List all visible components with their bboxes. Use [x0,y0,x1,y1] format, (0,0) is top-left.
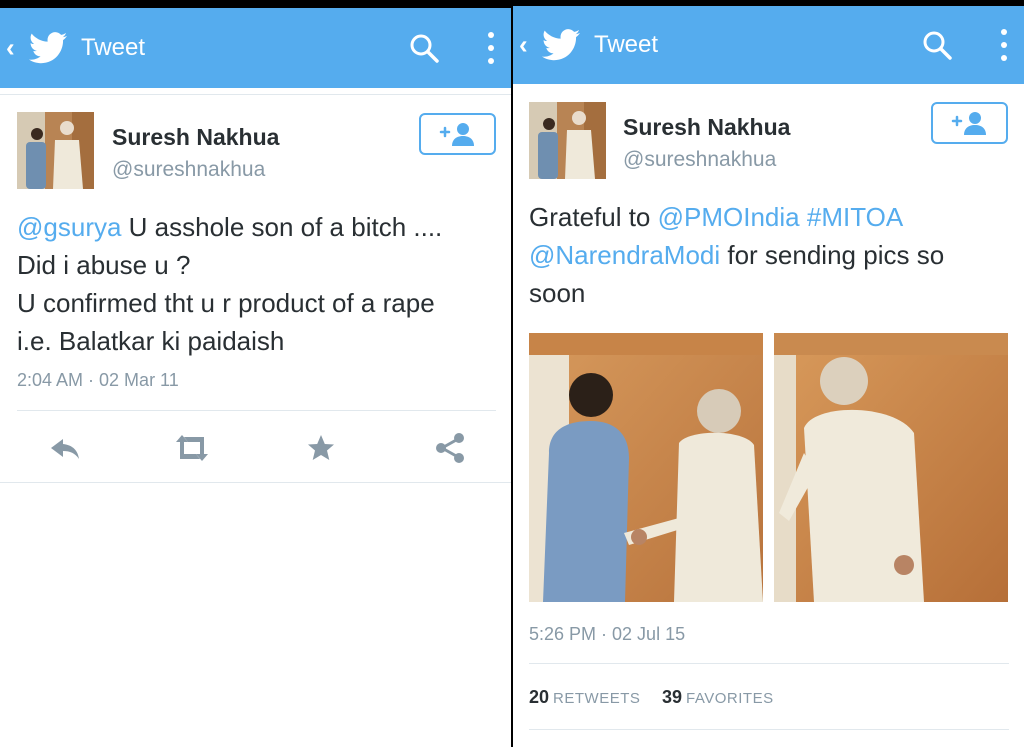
tweet-text-segment: Grateful to [529,202,658,232]
divider [0,94,511,95]
avatar[interactable] [17,112,94,189]
tweet-text: Grateful to @PMOIndia #MITOA @NarendraMo… [529,198,944,312]
tweet-detail: Suresh Nakhua @sureshnakhua Grateful to … [513,84,1024,747]
tweet-photo[interactable] [774,333,1008,602]
tweet-detail: Suresh Nakhua @sureshnakhua @gsurya U as… [0,88,511,747]
retweet-icon [176,435,208,461]
tweet-line: i.e. Balatkar ki paidaish [17,326,285,356]
search-icon[interactable] [922,30,952,60]
mention-link[interactable]: @gsurya [17,212,121,242]
share-button[interactable] [430,428,470,468]
hashtag-link[interactable]: #MITOA [807,202,903,232]
add-user-icon [951,112,986,135]
follow-button[interactable] [419,113,496,155]
add-user-icon [439,123,474,146]
tweet-timestamp: 2:04 AM · 02 Mar 11 [17,370,179,390]
favorite-button[interactable] [301,428,341,468]
right-phone-screen: ‹ Tweet Suresh Nakhua @sureshnakhua Grat… [513,0,1024,747]
display-name[interactable]: Suresh Nakhua [623,114,790,141]
follow-button[interactable] [931,102,1008,144]
retweets-label: RETWEETS [553,690,641,707]
app-bar: ‹ Tweet [0,8,511,88]
avatar[interactable] [529,102,606,179]
twitter-bird-icon [542,29,580,61]
tweet-line: U confirmed tht u r product of a rape [17,288,435,318]
divider [0,482,511,483]
chevron-left-icon[interactable]: ‹ [6,34,15,60]
left-phone-screen: ‹ Tweet Suresh Nakhua @sureshnakhua @gsu… [0,0,511,747]
tweet-line: soon [529,278,586,308]
tweet-text: @gsurya U asshole son of a bitch .... Di… [17,208,442,360]
page-title: Tweet [81,34,146,61]
user-handle[interactable]: @sureshnakhua [623,148,776,172]
page-title: Tweet [594,31,659,58]
overflow-menu-icon[interactable] [1000,28,1008,62]
tweet-line: @NarendraModi for sending pics so [529,236,944,274]
favorites-stat[interactable]: 39 FAVORITES [662,687,774,708]
divider [529,663,1009,664]
status-bar [0,0,511,8]
retweet-button[interactable] [172,428,212,468]
favorites-label: FAVORITES [686,690,774,707]
retweets-stat[interactable]: 20 RETWEETS [529,687,640,708]
reply-button[interactable] [45,428,85,468]
display-name[interactable]: Suresh Nakhua [112,124,279,151]
tweet-line: @gsurya U asshole son of a bitch .... [17,208,442,246]
favorite-icon [308,435,334,460]
overflow-menu-icon[interactable] [487,31,495,65]
divider [529,729,1009,730]
user-handle[interactable]: @sureshnakhua [112,158,265,182]
reply-icon [51,439,79,459]
twitter-bird-icon [29,32,67,64]
mention-link[interactable]: @NarendraModi [529,240,720,270]
tweet-photo[interactable] [529,333,763,602]
tweet-text-segment: U asshole son of a bitch .... [121,212,443,242]
tweet-line: Grateful to @PMOIndia #MITOA [529,198,944,236]
share-icon [436,433,464,463]
tweet-text-segment: for sending pics so [720,240,945,270]
search-icon[interactable] [409,33,439,63]
mention-link[interactable]: @PMOIndia [658,202,800,232]
tweet-timestamp: 5:26 PM · 02 Jul 15 [529,624,686,644]
app-bar: ‹ Tweet [513,6,1024,84]
retweets-count: 20 [529,687,550,707]
divider [17,410,496,411]
tweet-line: Did i abuse u ? [17,250,191,280]
favorites-count: 39 [662,687,683,707]
chevron-left-icon[interactable]: ‹ [519,31,528,57]
